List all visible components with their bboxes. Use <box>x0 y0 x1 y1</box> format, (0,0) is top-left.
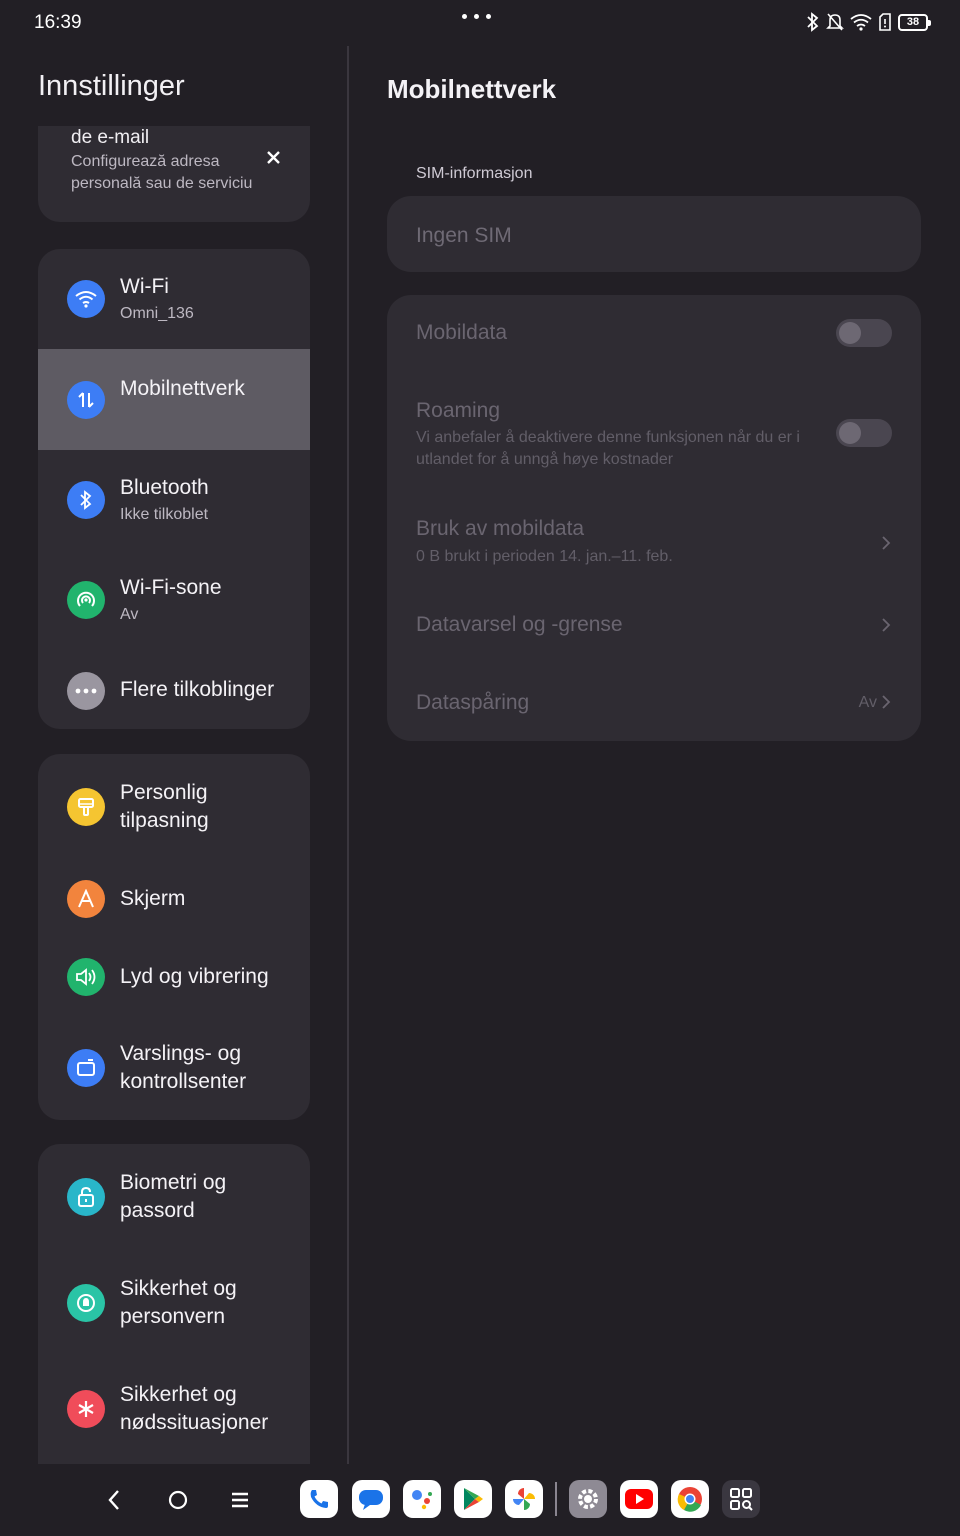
bluetooth-icon <box>806 12 820 32</box>
status-more-dots[interactable] <box>462 14 491 19</box>
sidebar-item-more-connections[interactable]: Flere tilkoblinger <box>38 650 310 729</box>
play-store-app-icon[interactable] <box>454 1480 492 1518</box>
sidebar-item-label: Skjerm <box>120 887 186 910</box>
sidebar-item-label: Bluetooth <box>120 476 209 499</box>
chevron-right-icon <box>882 695 891 709</box>
data-saver-label: Dataspåring <box>416 691 530 714</box>
sidebar-item-sound[interactable]: Lyd og vibrering <box>38 938 310 1016</box>
silent-bell-icon <box>826 12 844 32</box>
more-icon <box>67 672 105 710</box>
sidebar-item-wifi[interactable]: Wi-Fi Omni_136 <box>38 249 310 349</box>
wifi-icon <box>67 280 105 318</box>
data-warning-label: Datavarsel og -grense <box>416 613 623 636</box>
brush-icon <box>67 788 105 826</box>
display-icon <box>67 880 105 918</box>
sim-section-header: SIM-informasjon <box>416 165 533 182</box>
roaming-row[interactable]: Roaming Vi anbefaler å deaktivere denne … <box>387 373 921 481</box>
phone-app-icon[interactable] <box>300 1480 338 1518</box>
status-bar: 16:39 38 <box>0 0 960 46</box>
youtube-app-icon[interactable] <box>620 1480 658 1518</box>
close-icon[interactable] <box>264 148 282 166</box>
data-saver-row[interactable]: Dataspåring Av <box>387 661 921 741</box>
sidebar-item-notifications[interactable]: Varslings- og kontrollsenter <box>38 1016 310 1120</box>
personalization-group: Personlig tilpasning Skjerm Lyd og vibre… <box>38 754 310 1120</box>
emergency-icon <box>67 1390 105 1428</box>
dock-separator <box>555 1482 557 1516</box>
hotspot-icon <box>67 581 105 619</box>
bluetooth-icon <box>67 481 105 519</box>
data-usage-sub: 0 B brukt i perioden 14. jan.–11. feb. <box>416 548 673 565</box>
sidebar-item-label: Wi-Fi-sone <box>120 576 222 599</box>
data-usage-row[interactable]: Bruk av mobildata 0 B brukt i perioden 1… <box>387 499 921 583</box>
settings-app-icon[interactable] <box>569 1480 607 1518</box>
assistant-app-icon[interactable] <box>403 1480 441 1518</box>
shield-icon <box>67 1284 105 1322</box>
sidebar-item-label: Biometri og passord <box>120 1171 227 1222</box>
sidebar-item-label: Lyd og vibrering <box>120 965 269 988</box>
home-button[interactable] <box>164 1486 192 1514</box>
roaming-description: Vi anbefaler å deaktivere denne funksjon… <box>416 429 800 468</box>
battery-icon: 38 <box>898 13 931 31</box>
sidebar-item-sub: Omni_136 <box>120 305 194 322</box>
data-usage-label: Bruk av mobildata <box>416 517 585 540</box>
status-time: 16:39 <box>34 12 82 33</box>
detail-title: Mobilnettverk <box>387 74 557 104</box>
sound-icon <box>67 958 105 996</box>
data-saver-value: Av <box>858 694 877 711</box>
mobile-data-row[interactable]: Mobildata <box>387 295 921 373</box>
navigation-bar <box>0 1464 960 1536</box>
mobile-data-label: Mobildata <box>416 321 508 344</box>
mobile-data-icon <box>67 381 105 419</box>
mobile-settings-card: Mobildata Roaming Vi anbefaler å deaktiv… <box>387 295 921 741</box>
sidebar-item-biometrics[interactable]: Biometri og passord <box>38 1144 310 1250</box>
wifi-icon <box>850 13 872 31</box>
sidebar-item-label: Mobilnettverk <box>120 377 245 400</box>
settings-list-pane: Innstillinger de e-mail Configurează adr… <box>0 46 347 1464</box>
banner-title: de e-mail <box>71 127 150 148</box>
sidebar-item-label: Sikkerhet og personvern <box>120 1277 237 1328</box>
qr-scanner-app-icon[interactable] <box>722 1480 760 1518</box>
sidebar-item-sub: Av <box>120 606 139 623</box>
sidebar-item-mobile-network[interactable]: Mobilnettverk <box>38 349 310 450</box>
chrome-app-icon[interactable] <box>671 1480 709 1518</box>
sidebar-item-sub: Ikke tilkoblet <box>120 506 209 523</box>
security-group: Biometri og passord Sikkerhet og personv… <box>38 1144 310 1464</box>
banner-subtitle: Configurează adresa personală sau de ser… <box>71 153 253 192</box>
recents-button[interactable] <box>226 1486 254 1514</box>
pane-divider <box>347 46 349 1464</box>
sim-info-card: Ingen SIM <box>387 196 921 272</box>
sidebar-item-display[interactable]: Skjerm <box>38 860 310 938</box>
lock-icon <box>67 1178 105 1216</box>
connections-group: Wi-Fi Omni_136 Mobilnettverk Bluetooth I… <box>38 249 310 729</box>
sidebar-item-privacy[interactable]: Sikkerhet og personvern <box>38 1250 310 1356</box>
sidebar-item-label: Sikkerhet og nødssituasjoner <box>120 1383 269 1434</box>
sidebar-item-label: Wi-Fi <box>120 275 169 298</box>
sidebar-item-label: Varslings- og kontrollsenter <box>120 1042 247 1093</box>
sidebar-item-bluetooth[interactable]: Bluetooth Ikke tilkoblet <box>38 450 310 550</box>
sidebar-item-label: Flere tilkoblinger <box>120 678 275 701</box>
roaming-label: Roaming <box>416 399 501 422</box>
sidebar-item-personalization[interactable]: Personlig tilpasning <box>38 754 310 860</box>
messages-app-icon[interactable] <box>352 1480 390 1518</box>
chevron-right-icon <box>882 536 891 550</box>
sidebar-item-hotspot[interactable]: Wi-Fi-sone Av <box>38 550 310 650</box>
chevron-right-icon <box>882 618 891 632</box>
sidebar-item-emergency[interactable]: Sikkerhet og nødssituasjoner <box>38 1356 310 1462</box>
back-button[interactable] <box>100 1486 128 1514</box>
mobile-data-toggle[interactable] <box>836 319 892 347</box>
email-setup-banner[interactable]: de e-mail Configurează adresa personală … <box>38 126 310 222</box>
sim-icon <box>878 12 892 32</box>
sidebar-item-label: Personlig tilpasning <box>120 781 209 832</box>
notification-icon <box>67 1049 105 1087</box>
sim-status: Ingen SIM <box>416 224 512 247</box>
data-warning-row[interactable]: Datavarsel og -grense <box>387 583 921 661</box>
page-title: Innstillinger <box>38 70 185 102</box>
roaming-toggle[interactable] <box>836 419 892 447</box>
photos-app-icon[interactable] <box>505 1480 543 1518</box>
